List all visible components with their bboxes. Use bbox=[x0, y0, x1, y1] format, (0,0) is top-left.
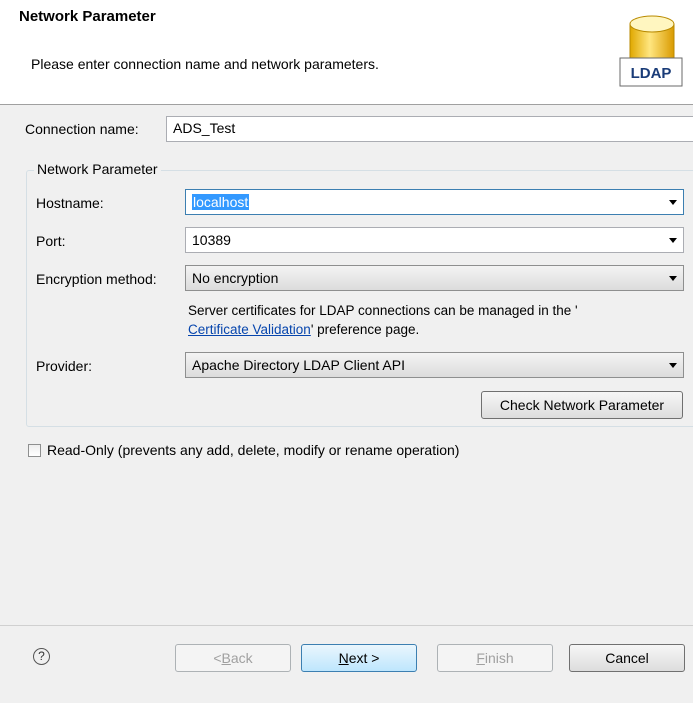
page-title: Network Parameter bbox=[19, 8, 156, 25]
hostname-label: Hostname: bbox=[36, 195, 104, 211]
network-parameter-group-title: Network Parameter bbox=[34, 161, 161, 177]
encryption-method-select[interactable]: No encryption bbox=[185, 265, 684, 291]
provider-value: Apache Directory LDAP Client API bbox=[192, 357, 405, 373]
hostname-value[interactable]: localhost bbox=[192, 194, 250, 210]
footer-divider bbox=[0, 625, 693, 626]
provider-label: Provider: bbox=[36, 358, 93, 374]
encryption-method-label: Encryption method: bbox=[36, 271, 157, 287]
connection-name-label: Connection name: bbox=[25, 121, 139, 137]
certificate-validation-link[interactable]: Certificate Validation bbox=[188, 322, 311, 337]
chevron-down-icon[interactable] bbox=[669, 362, 677, 368]
certificate-info-line1: Server certificates for LDAP connections… bbox=[188, 303, 578, 318]
svg-text:LDAP: LDAP bbox=[631, 65, 672, 82]
finish-button-mnemonic: F bbox=[476, 650, 485, 666]
help-icon[interactable]: ? bbox=[33, 648, 50, 665]
port-label: Port: bbox=[36, 233, 66, 249]
next-button-mnemonic: N bbox=[338, 650, 349, 666]
next-button[interactable]: Next > bbox=[301, 644, 417, 672]
chevron-down-icon[interactable] bbox=[669, 275, 677, 281]
chevron-down-icon[interactable] bbox=[669, 199, 677, 205]
back-button-prefix: < bbox=[213, 650, 222, 666]
port-combo[interactable]: 10389 bbox=[185, 227, 684, 253]
read-only-checkbox[interactable] bbox=[28, 444, 41, 457]
provider-select[interactable]: Apache Directory LDAP Client API bbox=[185, 352, 684, 378]
certificate-info-text-line2: Certificate Validation' preference page. bbox=[188, 322, 419, 337]
chevron-down-icon[interactable] bbox=[669, 237, 677, 243]
finish-button-label-rest: inish bbox=[484, 650, 514, 666]
next-button-label-rest: ext > bbox=[348, 650, 380, 666]
cancel-button[interactable]: Cancel bbox=[569, 644, 685, 672]
wizard-header: Network Parameter Please enter connectio… bbox=[0, 0, 693, 105]
ldap-database-icon: LDAP bbox=[619, 15, 683, 87]
back-button-label-rest: ack bbox=[230, 650, 253, 666]
check-network-parameter-button[interactable]: Check Network Parameter bbox=[481, 391, 683, 419]
hostname-combo[interactable]: localhost bbox=[185, 189, 684, 215]
back-button-mnemonic: B bbox=[221, 650, 231, 666]
connection-name-input[interactable]: ADS_Test bbox=[166, 116, 693, 142]
certificate-info-text: Server certificates for LDAP connections… bbox=[188, 303, 578, 318]
read-only-label[interactable]: Read-Only (prevents any add, delete, mod… bbox=[47, 442, 459, 458]
certificate-info-line2-suffix: ' preference page. bbox=[310, 322, 420, 337]
finish-button[interactable]: Finish bbox=[437, 644, 553, 672]
port-value[interactable]: 10389 bbox=[192, 232, 663, 248]
back-button[interactable]: < Back bbox=[175, 644, 291, 672]
encryption-method-value: No encryption bbox=[192, 270, 279, 286]
page-description: Please enter connection name and network… bbox=[31, 56, 379, 72]
